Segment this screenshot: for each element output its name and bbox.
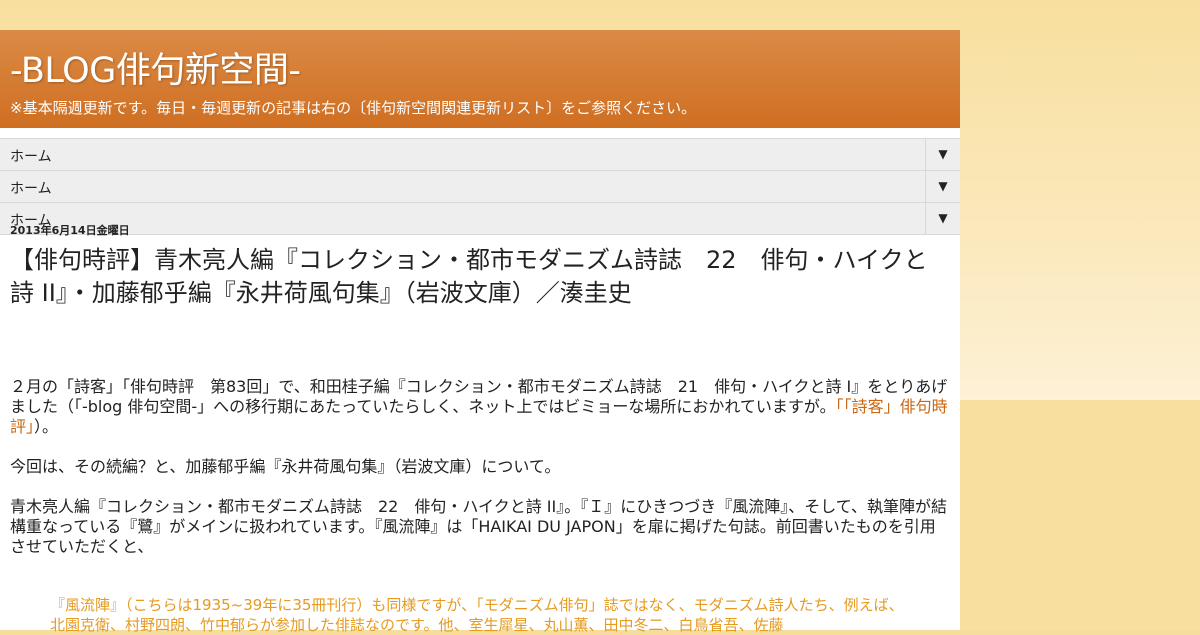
navigation-menus: ホーム ▼ ホーム ▼ ホーム ▼ xyxy=(0,138,960,235)
post-header: 2013年6月14日金曜日 【俳句時評】青木亮人編『コレクション・都市モダニズム… xyxy=(10,222,950,310)
nav-select-2[interactable]: ホーム ▼ xyxy=(0,170,960,202)
blog-header: -BLOG俳句新空間- ※基本隔週更新です。毎日・毎週更新の記事は右の〔俳句新空… xyxy=(0,30,960,128)
nav-select-label: ホーム xyxy=(10,149,52,165)
blog-description: ※基本隔週更新です。毎日・毎週更新の記事は右の〔俳句新空間関連更新リスト〕をご参… xyxy=(10,99,697,117)
paragraph-2: 今回は、その続編？と、加藤郁乎編『永井荷風句集』（岩波文庫）について。 xyxy=(10,457,561,476)
blockquote: 『風流陣』（こちらは1935~39年に35冊刊行）も同様ですが、「モダニズム俳句… xyxy=(50,596,904,634)
paragraph-3: 青木亮人編『コレクション・都市モダニズム詩誌 22 俳句・ハイクと詩 II』。『… xyxy=(10,497,947,556)
post-body: ２月の「詩客」「俳句時評 第83回」で、和田桂子編『コレクション・都市モダニズム… xyxy=(10,377,950,577)
dropdown-arrow-icon[interactable]: ▼ xyxy=(925,139,960,170)
post-date: 2013年6月14日金曜日 xyxy=(10,224,130,237)
paragraph-1: ２月の「詩客」「俳句時評 第83回」で、和田桂子編『コレクション・都市モダニズム… xyxy=(10,377,950,437)
nav-select-label: ホーム xyxy=(10,181,52,197)
post-title[interactable]: 【俳句時評】青木亮人編『コレクション・都市モダニズム詩誌 22 俳句・ハイクと詩… xyxy=(10,244,950,310)
blog-title[interactable]: -BLOG俳句新空間- xyxy=(10,42,301,93)
dropdown-arrow-icon[interactable]: ▼ xyxy=(925,171,960,202)
nav-select-1[interactable]: ホーム ▼ xyxy=(0,138,960,170)
paragraph-1-end: ）。 xyxy=(34,417,59,436)
paragraph-1-text: ２月の「詩客」「俳句時評 第83回」で、和田桂子編『コレクション・都市モダニズム… xyxy=(10,377,948,416)
